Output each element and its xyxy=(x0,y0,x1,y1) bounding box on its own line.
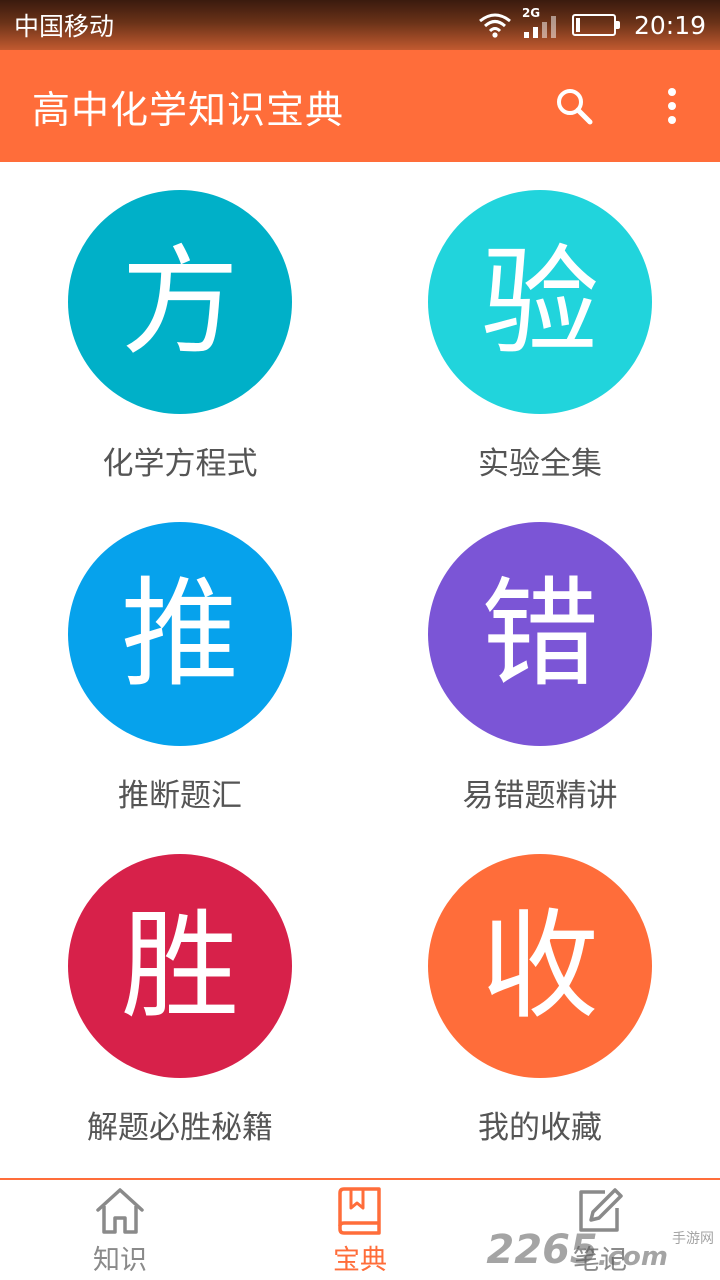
wifi-icon xyxy=(479,13,511,38)
tile-glyph: 方 xyxy=(120,233,239,371)
cellular-signal: 2G xyxy=(522,6,558,40)
tile-experiments[interactable]: 验 实验全集 xyxy=(360,162,720,492)
tile-glyph: 推 xyxy=(120,565,239,703)
carrier-name: 中国移动 xyxy=(14,12,115,41)
tile-label: 实验全集 xyxy=(478,446,602,482)
tile-common-mistakes[interactable]: 错 易错题精讲 xyxy=(360,494,720,824)
tile-circle: 方 xyxy=(68,190,292,414)
tile-circle: 错 xyxy=(428,522,652,746)
tile-solving-tips[interactable]: 胜 解题必胜秘籍 xyxy=(0,826,360,1156)
signal-bars-icon xyxy=(523,16,556,38)
tile-favorites[interactable]: 收 我的收藏 xyxy=(360,826,720,1156)
tile-label: 易错题精讲 xyxy=(462,778,618,814)
tile-glyph: 收 xyxy=(480,897,599,1035)
status-icons: 2G 20:19 xyxy=(478,6,706,40)
more-options-button[interactable] xyxy=(640,74,704,138)
tile-label: 解题必胜秘籍 xyxy=(87,1110,273,1146)
tile-inference[interactable]: 推 推断题汇 xyxy=(0,494,360,824)
search-icon xyxy=(557,89,593,125)
page-title: 高中化学知识宝典 xyxy=(32,87,345,132)
app-bar-actions xyxy=(542,74,720,138)
tile-circle: 验 xyxy=(428,190,652,414)
status-bar: 中国移动 2G 20:19 xyxy=(0,0,720,50)
nav-label: 宝典 xyxy=(333,1245,387,1276)
tile-glyph: 错 xyxy=(480,565,599,703)
search-button[interactable] xyxy=(542,74,606,138)
tile-circle: 胜 xyxy=(68,854,292,1078)
watermark-number: 2265 xyxy=(486,1227,598,1273)
more-vertical-icon xyxy=(668,88,676,124)
tile-label: 推断题汇 xyxy=(118,778,242,814)
tile-glyph: 验 xyxy=(480,233,599,371)
tile-label: 化学方程式 xyxy=(102,446,258,482)
nav-label: 知识 xyxy=(93,1245,147,1276)
watermark: 2265 .com 手游网 xyxy=(486,1228,714,1270)
tile-glyph: 胜 xyxy=(120,897,239,1035)
app-bar: 高中化学知识宝典 xyxy=(0,50,720,162)
battery-level xyxy=(575,18,580,32)
nav-item-knowledge[interactable]: 知识 xyxy=(0,1180,240,1280)
book-icon xyxy=(338,1187,381,1235)
tile-circle: 收 xyxy=(428,854,652,1078)
home-icon xyxy=(96,1188,144,1234)
watermark-suffix: .com xyxy=(597,1242,668,1272)
tile-label: 我的收藏 xyxy=(478,1110,602,1146)
feature-grid: 方 化学方程式 验 实验全集 推 推断题汇 错 易错题精讲 胜 解题必胜秘籍 收… xyxy=(0,162,720,1178)
tile-circle: 推 xyxy=(68,522,292,746)
watermark-sub: 手游网 xyxy=(672,1231,714,1247)
clock: 20:19 xyxy=(633,10,706,40)
tile-equations[interactable]: 方 化学方程式 xyxy=(0,162,360,492)
nav-item-handbook[interactable]: 宝典 xyxy=(240,1180,480,1280)
battery-icon xyxy=(571,14,620,36)
